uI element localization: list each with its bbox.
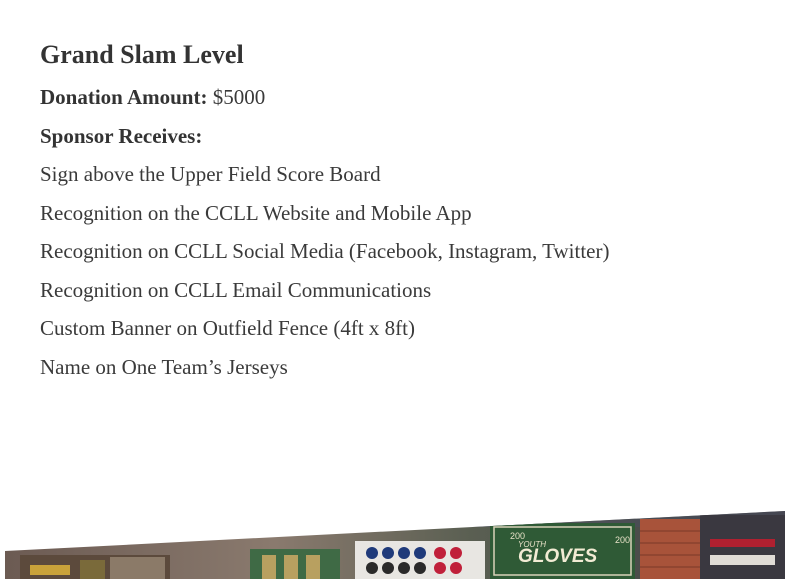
level-title: Grand Slam Level: [40, 40, 244, 69]
sponsor-receives-label: Sponsor Receives:: [40, 123, 203, 148]
store-photo-banner: 200 200 YOUTH GLOVES: [0, 505, 785, 579]
store-photo-image: 200 200 YOUTH GLOVES: [5, 511, 785, 579]
sponsorship-level-section: Grand Slam Level Donation Amount: $5000 …: [40, 38, 760, 386]
gloves-sign-text: GLOVES: [518, 546, 598, 567]
donation-amount-value: $5000: [212, 85, 266, 109]
benefit-item: Sign above the Upper Field Score Board: [40, 162, 381, 186]
benefit-item: Custom Banner on Outfield Fence (4ft x 8…: [40, 316, 416, 340]
sign-small-right: 200: [615, 535, 630, 545]
benefit-item: Name on One Team’s Jerseys: [40, 354, 288, 379]
donation-amount-line: Donation Amount: $5000: [40, 78, 760, 117]
benefits-list: Sign above the Upper Field Score Board R…: [40, 155, 760, 386]
benefit-item: Recognition on the CCLL Website and Mobi…: [40, 200, 472, 225]
benefit-item: Recognition on CCLL Social Media (Facebo…: [40, 239, 610, 263]
donation-amount-label: Donation Amount:: [40, 85, 208, 109]
benefit-item: Recognition on CCLL Email Communications: [40, 277, 432, 302]
sponsor-receives-line: Sponsor Receives:: [40, 117, 760, 156]
